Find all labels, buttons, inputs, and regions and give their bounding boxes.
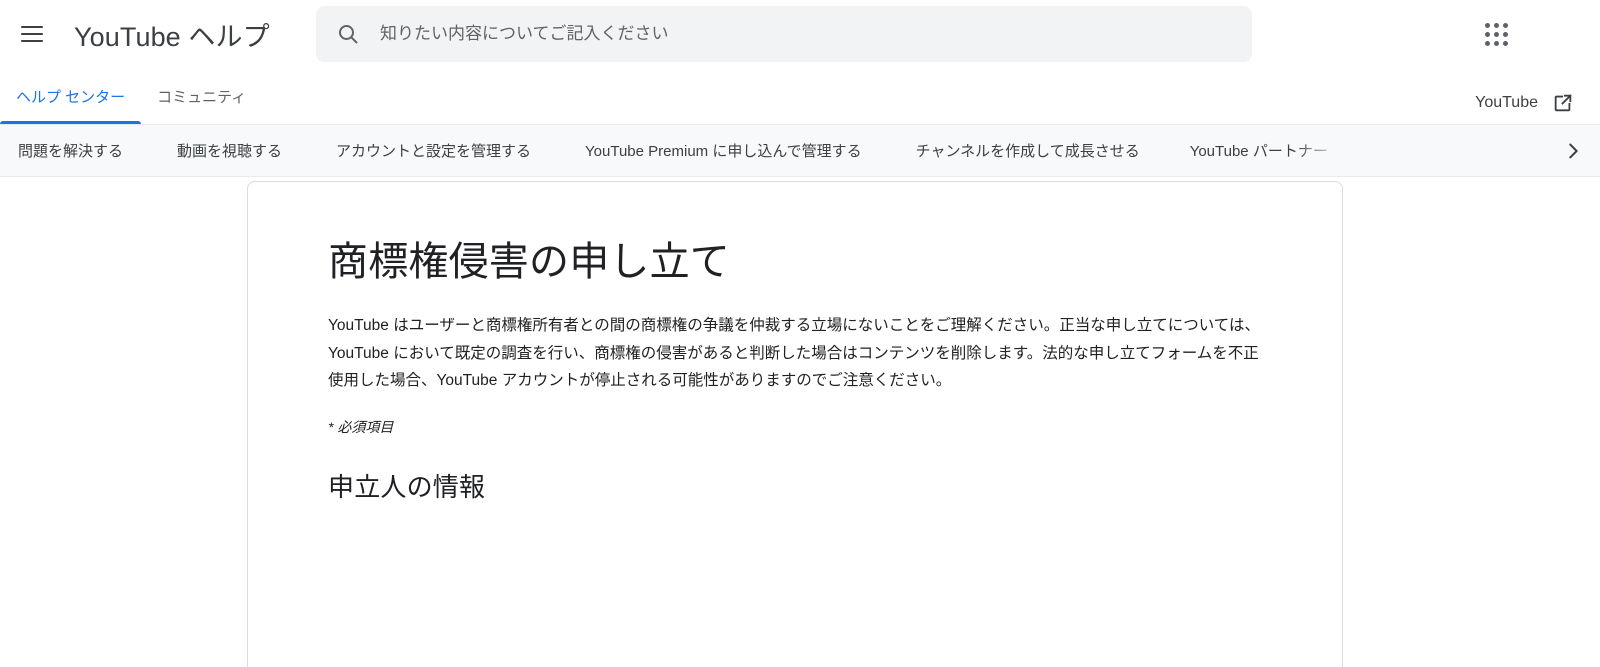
apps-dot [1502,40,1508,46]
external-link-icon [1554,94,1572,112]
tab-help-center[interactable]: ヘルプ センター [0,68,142,124]
nav-item-youtube-premium[interactable]: YouTube Premium に申し込んで管理する [575,140,872,161]
nav-item-youtube-partner[interactable]: YouTube パートナー [1180,140,1338,161]
nav-item-create-channel[interactable]: チャンネルを作成して成長させる [906,140,1150,161]
hamburger-bar [21,40,43,42]
apps-dot [1493,40,1499,46]
google-apps-grid-icon[interactable] [1480,18,1512,50]
hamburger-menu-icon[interactable] [8,10,56,58]
form-title: 商標権侵害の申し立て [328,240,730,284]
apps-dot [1493,31,1499,37]
tab-bar: ヘルプ センター コミュニティ YouTube [0,68,1600,124]
search-input[interactable] [380,24,1252,44]
hamburger-bar [21,33,43,35]
search-icon [339,25,358,44]
apps-dot [1484,22,1490,28]
tab-label: コミュニティ [157,88,247,106]
form-description: YouTube はユーザーと商標権所有者との間の商標権の争議を仲裁する立場にない… [328,317,1260,390]
apps-dot [1484,31,1490,37]
nav-item-watch-videos[interactable]: 動画を視聴する [167,140,292,161]
nav-item-manage-account[interactable]: アカウントと設定を管理する [326,140,541,161]
page-title: YouTube ヘルプ [74,21,270,52]
apps-dot [1502,22,1508,28]
apps-dot [1493,22,1499,28]
search-bar[interactable] [316,6,1252,62]
apps-dot [1502,31,1508,37]
form-card: 商標権侵害の申し立て YouTube はユーザーと商標権所有者との間の商標権の争… [247,181,1343,667]
chevron-right-icon [1569,143,1578,158]
category-nav-bar: 問題を解決する 動画を視聴する アカウントと設定を管理する YouTube Pr… [0,124,1600,177]
youtube-link-label: YouTube [1475,94,1538,111]
youtube-external-link[interactable]: YouTube [1475,92,1574,114]
hamburger-bar [21,26,43,28]
required-fields-note: * 必須項目 [328,418,394,435]
nav-item-fix-problem[interactable]: 問題を解決する [8,140,133,161]
tab-label: ヘルプ センター [16,88,126,106]
tab-list: ヘルプ センター コミュニティ [0,68,262,124]
app-header: YouTube ヘルプ [0,0,1600,68]
tab-community[interactable]: コミュニティ [141,68,262,124]
section-heading-claimant-info: 申立人の情報 [328,471,486,502]
main-content: 商標権侵害の申し立て YouTube はユーザーと商標権所有者との間の商標権の争… [0,177,1600,667]
apps-dot [1484,40,1490,46]
nav-next-button[interactable] [1546,125,1600,176]
